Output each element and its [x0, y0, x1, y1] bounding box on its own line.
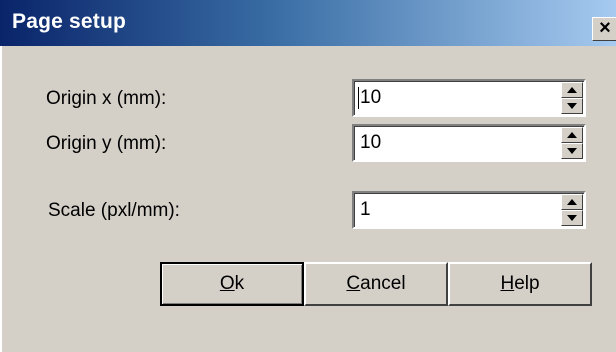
- origin-x-spinbox[interactable]: 10: [352, 79, 586, 117]
- scale-label: Scale (pxl/mm):: [48, 200, 180, 221]
- dialog-title: Page setup: [12, 10, 127, 33]
- origin-x-input[interactable]: 10: [360, 87, 381, 109]
- origin-y-spin-arrows: [561, 127, 583, 159]
- origin-x-spin-arrows: [561, 82, 583, 114]
- scale-spin-arrows: [561, 194, 583, 226]
- text-caret: [358, 87, 359, 109]
- origin-x-label: Origin x (mm):: [46, 88, 167, 109]
- title-bar: Page setup: [0, 0, 616, 46]
- origin-y-label: Origin y (mm):: [46, 133, 167, 154]
- close-button[interactable]: ×: [592, 17, 616, 41]
- cancel-accel: C: [346, 273, 361, 294]
- ok-label-rest: k: [234, 273, 245, 294]
- ok-accel: O: [219, 273, 235, 294]
- cancel-label-rest: ancel: [360, 273, 406, 294]
- help-label-rest: elp: [514, 273, 540, 294]
- scale-input[interactable]: 1: [360, 199, 371, 221]
- spin-up-arrow-icon[interactable]: [561, 127, 583, 143]
- spin-up-arrow-icon[interactable]: [561, 82, 583, 98]
- spin-down-arrow-icon[interactable]: [561, 98, 583, 114]
- close-icon: ×: [599, 17, 611, 39]
- cancel-button[interactable]: Cancel: [304, 262, 448, 306]
- origin-y-spinbox[interactable]: 10: [352, 124, 586, 162]
- scale-spinbox[interactable]: 1: [352, 191, 586, 229]
- spin-down-arrow-icon[interactable]: [561, 143, 583, 159]
- window-edge: [0, 46, 2, 352]
- ok-button[interactable]: Ok: [160, 262, 304, 306]
- spin-up-arrow-icon[interactable]: [561, 194, 583, 210]
- spin-down-arrow-icon[interactable]: [561, 210, 583, 226]
- help-accel: H: [500, 273, 515, 294]
- origin-y-input[interactable]: 10: [360, 132, 381, 154]
- page-setup-dialog: Page setup × Origin x (mm): 10 Origin y …: [0, 0, 616, 352]
- help-button[interactable]: Help: [448, 262, 592, 306]
